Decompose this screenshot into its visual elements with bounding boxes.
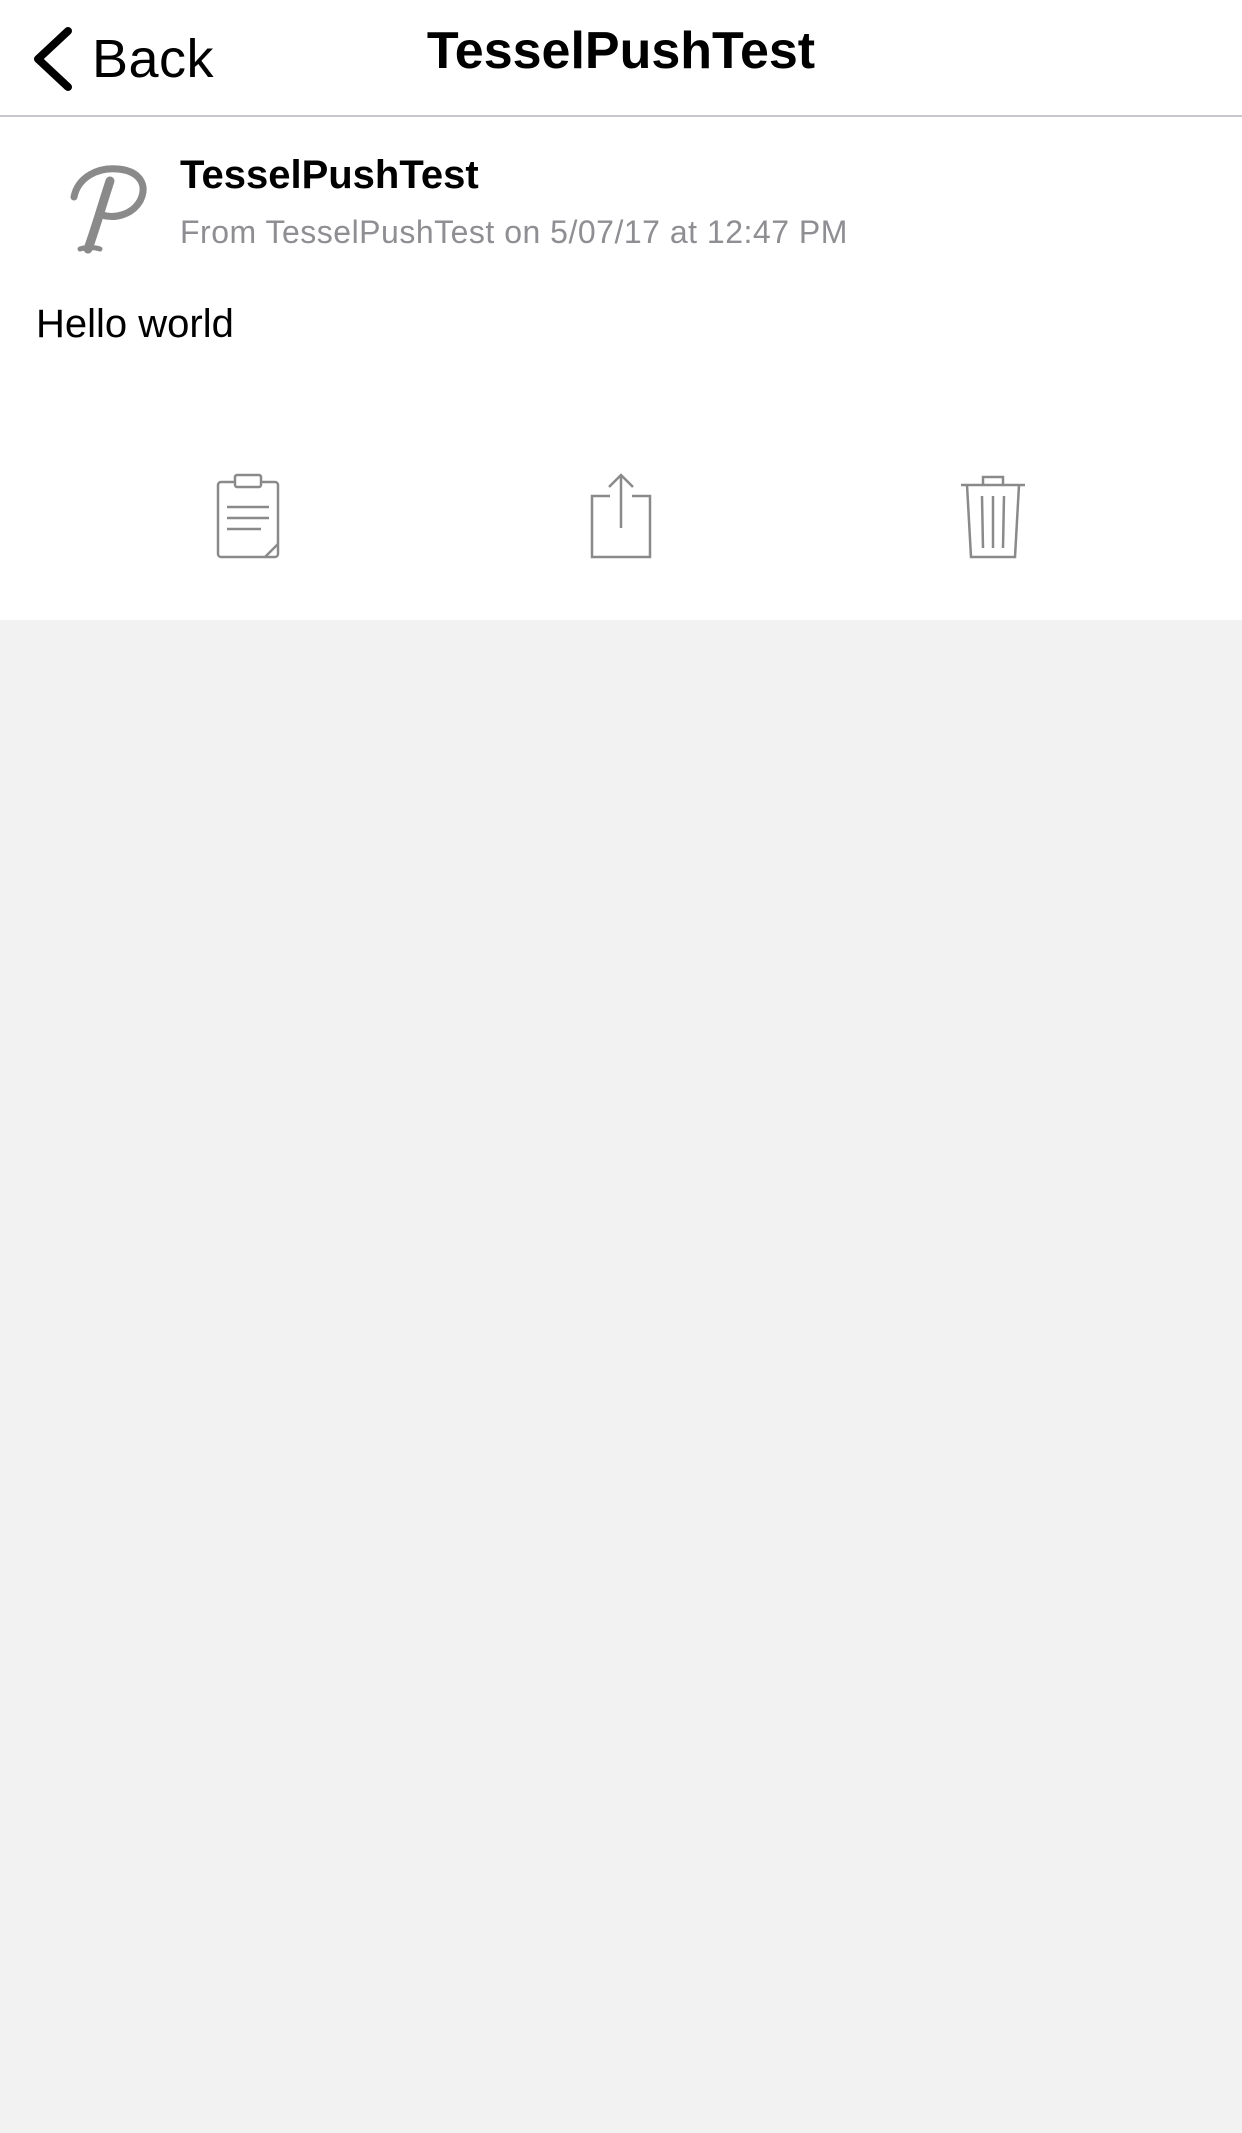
trash-icon	[961, 475, 1025, 559]
action-bar	[0, 457, 1242, 577]
delete-button[interactable]	[933, 457, 1053, 577]
screen: Back TesselPushTest TesselPushTest From …	[0, 0, 1242, 2133]
navigation-bar: Back TesselPushTest	[0, 0, 1242, 117]
page-title: TesselPushTest	[426, 22, 816, 80]
message-card: TesselPushTest From TesselPushTest on 5/…	[0, 117, 1242, 620]
share-button[interactable]	[561, 457, 681, 577]
message-body: Hello world	[36, 302, 234, 346]
message-meta: From TesselPushTest on 5/07/17 at 12:47 …	[180, 214, 848, 250]
share-icon	[590, 473, 652, 559]
clipboard-icon	[216, 473, 280, 559]
script-p-logo-icon	[58, 157, 158, 257]
copy-button[interactable]	[188, 457, 308, 577]
sender-name: TesselPushTest	[180, 153, 479, 197]
